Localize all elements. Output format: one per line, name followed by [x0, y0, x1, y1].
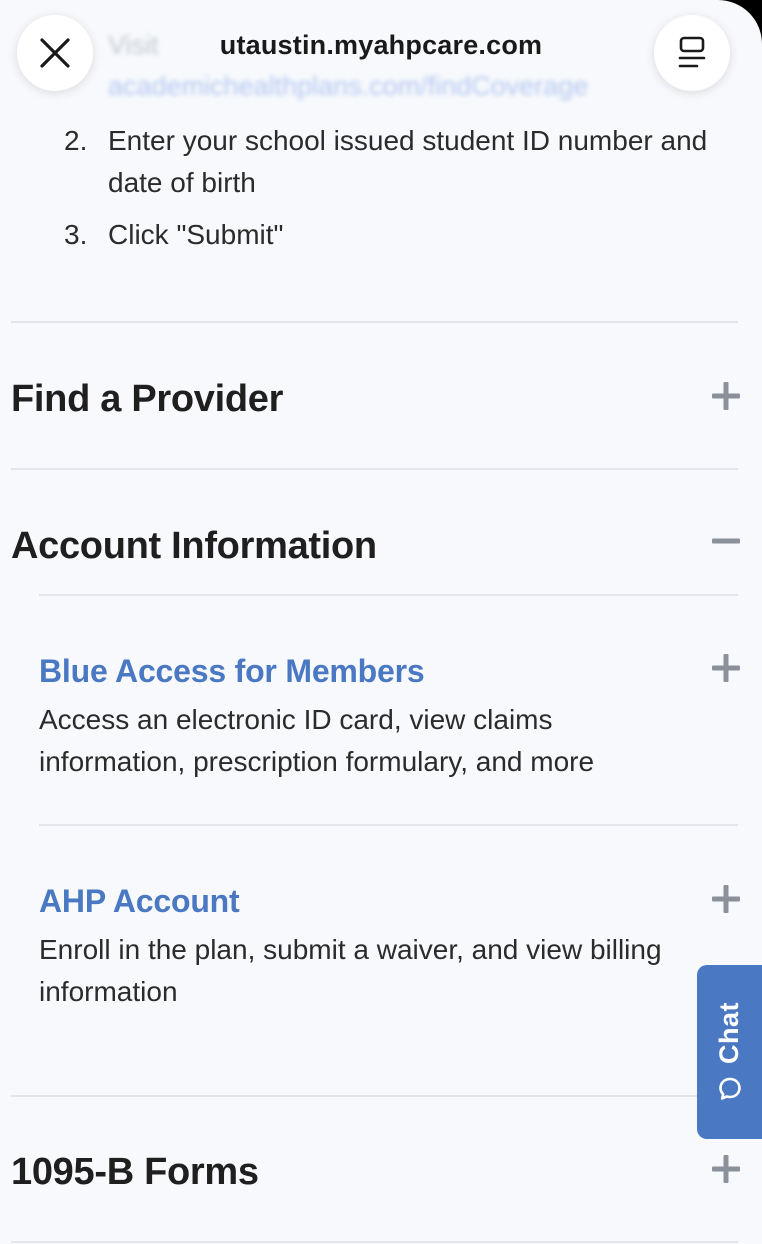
plus-icon[interactable] — [711, 1154, 741, 1184]
section-divider — [11, 468, 738, 470]
step-text: Click "Submit" — [108, 219, 284, 250]
plus-icon[interactable] — [711, 653, 741, 683]
blue-access-description: Access an electronic ID card, view claim… — [39, 704, 595, 777]
ahp-account-description: Enroll in the plan, submit a waiver, and… — [39, 934, 662, 1007]
step-number: 3. — [64, 219, 88, 250]
step-text: Enter your school issued student ID numb… — [108, 125, 708, 198]
tabs-icon — [678, 36, 706, 68]
plus-icon[interactable] — [711, 381, 741, 411]
step-item: 3. Click "Submit" — [0, 214, 740, 256]
step-item: 2. Enter your school issued student ID n… — [0, 120, 740, 204]
tabs-button[interactable] — [654, 15, 730, 91]
blurred-find-coverage-link[interactable]: academichealthplans.com/findCoverage — [108, 71, 588, 102]
chat-button[interactable]: Chat — [697, 965, 762, 1139]
forms-1095b-heading[interactable]: 1095-B Forms — [11, 1151, 259, 1194]
section-divider — [11, 1095, 738, 1097]
coverage-steps-list: 2. Enter your school issued student ID n… — [0, 120, 740, 266]
plus-icon[interactable] — [711, 884, 741, 914]
chat-bubble-icon — [718, 1077, 741, 1100]
section-divider — [11, 321, 738, 323]
account-information-heading[interactable]: Account Information — [11, 525, 377, 568]
ahp-account-link[interactable]: AHP Account — [39, 883, 240, 920]
blue-access-for-members-link[interactable]: Blue Access for Members — [39, 653, 425, 690]
step-number: 2. — [64, 125, 88, 156]
minus-icon[interactable] — [711, 526, 741, 556]
chat-label: Chat — [714, 1002, 744, 1064]
subsection-divider — [39, 594, 738, 596]
close-button[interactable] — [17, 15, 93, 91]
browser-top-bar: Visit academichealthplans.com/findCovera… — [0, 0, 762, 110]
subsection-divider — [39, 824, 738, 826]
close-icon — [40, 38, 70, 68]
section-divider — [11, 1241, 738, 1243]
url-display[interactable]: utaustin.myahpcare.com — [0, 30, 762, 61]
find-provider-heading[interactable]: Find a Provider — [11, 378, 283, 421]
app-screen: Visit academichealthplans.com/findCovera… — [0, 0, 762, 1244]
